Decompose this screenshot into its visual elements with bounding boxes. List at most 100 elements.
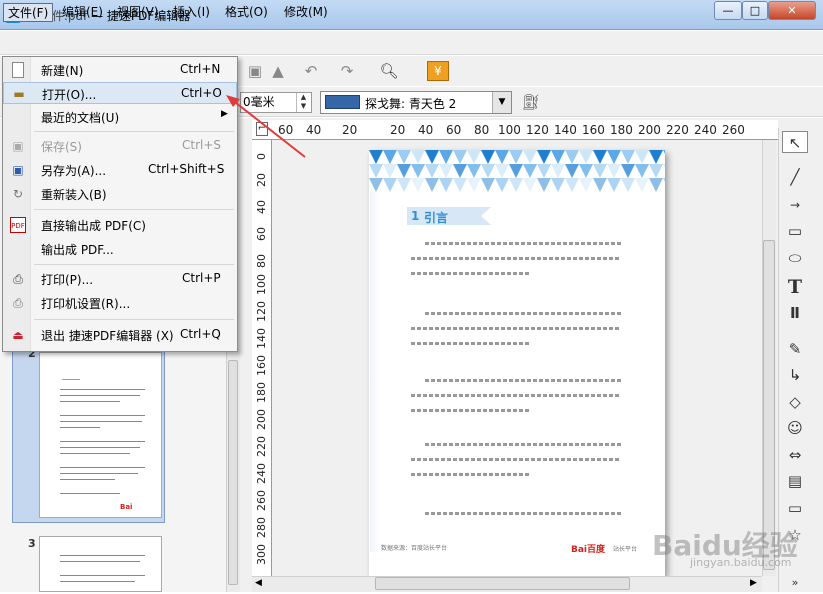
- menu-item-print[interactable]: ⎙ 打印(P)... Ctrl+P: [3, 268, 237, 290]
- menu-item-shortcut: Ctrl+Shift+S: [148, 162, 225, 176]
- ruler-tick-label: 160: [582, 123, 605, 137]
- banner-triangle: [467, 178, 481, 192]
- banner-triangle: [383, 150, 397, 164]
- block-arrows-tool-icon[interactable]: ⇔: [782, 444, 808, 466]
- vertical-scroll-thumb[interactable]: [763, 240, 775, 570]
- banner-triangle: [397, 178, 411, 192]
- ruler-origin: ⌐: [256, 122, 268, 136]
- menu-item-printer-setup[interactable]: ⎙ 打印机设置(R)...: [3, 292, 237, 314]
- menu-item-open[interactable]: ▬ 打开(O)... Ctrl+O: [3, 82, 237, 104]
- menu-edit[interactable]: 编辑(E): [58, 3, 107, 22]
- page-thumbnail[interactable]: [39, 536, 162, 592]
- menu-insert[interactable]: 插入(I): [169, 3, 214, 22]
- banner-triangle: [663, 150, 665, 154]
- banner-triangle: [579, 178, 593, 192]
- ruler-tick-label: 60: [255, 227, 268, 241]
- rectangle-tool-icon[interactable]: ▭: [782, 220, 808, 242]
- callout-tool-icon[interactable]: ▭: [782, 497, 808, 519]
- smiley-tool-icon[interactable]: ☺: [782, 417, 808, 439]
- menu-item-shortcut: Ctrl+N: [180, 62, 221, 76]
- thumbnail-scroll-thumb[interactable]: [228, 360, 238, 585]
- menu-item-label: 保存(S): [41, 140, 82, 154]
- banner-triangle: [481, 150, 495, 164]
- banner-triangle: [523, 150, 537, 164]
- menu-separator: [34, 319, 234, 320]
- purchase-icon[interactable]: ¥: [427, 61, 449, 81]
- banner-triangle: [621, 164, 635, 178]
- vertical-text-tool-icon[interactable]: Ⅱ: [782, 302, 808, 324]
- menu-item-save[interactable]: ▣ 保存(S) Ctrl+S: [3, 135, 237, 157]
- shapes-tool-icon[interactable]: ◇: [782, 391, 808, 413]
- menu-item-shortcut: Ctrl+O: [181, 86, 222, 100]
- redo-icon[interactable]: ↷: [336, 60, 358, 82]
- ruler-tick-label: 260: [255, 490, 268, 511]
- menu-item-export-pdf-direct[interactable]: PDF 直接输出成 PDF(C): [3, 214, 237, 236]
- ruler-tick-label: 240: [694, 123, 717, 137]
- paste-icon[interactable]: ▣: [244, 60, 266, 82]
- ruler-tick-label: 240: [255, 463, 268, 484]
- fill-bucket-icon[interactable]: ⛽︎: [520, 91, 542, 113]
- banner-triangle: [509, 150, 523, 164]
- connector-tool-icon[interactable]: ↳: [782, 364, 808, 386]
- ruler-tick-label: 20: [390, 123, 406, 137]
- ruler-tick-label: 40: [255, 200, 268, 214]
- menu-item-label: 最近的文档(U): [41, 111, 120, 125]
- select-pointer-icon[interactable]: ↖: [782, 131, 808, 153]
- menu-separator: [34, 131, 234, 132]
- chevron-down-icon[interactable]: ▼: [492, 92, 511, 113]
- menu-modify[interactable]: 修改(M): [280, 3, 332, 22]
- banner-triangle: [635, 150, 649, 164]
- exit-icon: ⏏: [12, 328, 24, 342]
- close-button[interactable]: ✕: [768, 1, 816, 20]
- scroll-left-icon[interactable]: ◀: [255, 578, 262, 588]
- menu-item-save-as[interactable]: ▣ 另存为(A)... Ctrl+Shift+S: [3, 159, 237, 181]
- menu-item-reload[interactable]: ↻ 重新装入(B): [3, 183, 237, 205]
- save-as-icon: ▣: [12, 163, 24, 177]
- maximize-button[interactable]: □: [742, 1, 768, 20]
- menu-file[interactable]: 文件(F): [3, 3, 54, 22]
- banner-triangle: [649, 150, 663, 164]
- format-paint-icon[interactable]: ▲: [267, 60, 289, 82]
- section-heading-tag: [407, 207, 491, 225]
- toolbox-more-icon[interactable]: »: [782, 572, 808, 594]
- banner-triangle: [411, 178, 425, 192]
- banner-triangle: [551, 178, 565, 192]
- ellipse-tool-icon[interactable]: ⬭: [782, 247, 808, 269]
- horizontal-scroll-thumb[interactable]: [375, 577, 630, 590]
- menu-format[interactable]: 格式(O): [221, 3, 272, 22]
- page-thumbnail[interactable]: Bai: [39, 352, 162, 518]
- line-width-spinner[interactable]: ▲ ▼: [296, 93, 310, 112]
- banner-triangle: [649, 164, 663, 178]
- ruler-tick-label: 280: [255, 517, 268, 538]
- text-tool-icon[interactable]: T: [782, 276, 808, 298]
- page-text-line: [425, 312, 621, 315]
- arrow-tool-icon[interactable]: →: [782, 194, 808, 216]
- undo-icon[interactable]: ↶: [300, 60, 322, 82]
- line-tool-icon[interactable]: ╱: [782, 166, 808, 188]
- banner-triangle: [481, 178, 495, 192]
- menu-view[interactable]: 视图(V): [113, 3, 163, 22]
- pen-tool-icon[interactable]: ✎: [782, 338, 808, 360]
- menu-item-recent[interactable]: 最近的文档(U) ▶: [3, 106, 237, 128]
- banner-triangle: [383, 164, 397, 178]
- menu-item-shortcut: Ctrl+Q: [180, 327, 221, 341]
- menu-item-exit[interactable]: ⏏ 退出 捷速PDF编辑器 (X) Ctrl+Q: [3, 324, 237, 346]
- banner-triangle: [537, 164, 551, 178]
- scroll-right-icon[interactable]: ▶: [750, 578, 757, 588]
- zoom-icon[interactable]: 🔍︎: [378, 60, 400, 82]
- menu-item-new[interactable]: 新建(N) Ctrl+N: [3, 59, 237, 81]
- banner-triangle: [495, 164, 509, 178]
- page-header-banner: [369, 150, 665, 192]
- banner-triangle: [467, 150, 481, 164]
- banner-triangle: [411, 150, 425, 164]
- banner-triangle: [621, 178, 635, 192]
- menu-item-label: 打开(O)...: [42, 88, 97, 102]
- menu-item-label: 打印(P)...: [41, 273, 94, 287]
- menu-item-export-pdf[interactable]: 输出成 PDF...: [3, 238, 237, 260]
- page-text-line: [411, 473, 531, 476]
- banner-triangle: [607, 150, 621, 164]
- minimize-button[interactable]: —: [714, 1, 742, 20]
- flowchart-tool-icon[interactable]: ▤: [782, 470, 808, 492]
- banner-triangle: [439, 164, 453, 178]
- ruler-tick-label: 140: [554, 123, 577, 137]
